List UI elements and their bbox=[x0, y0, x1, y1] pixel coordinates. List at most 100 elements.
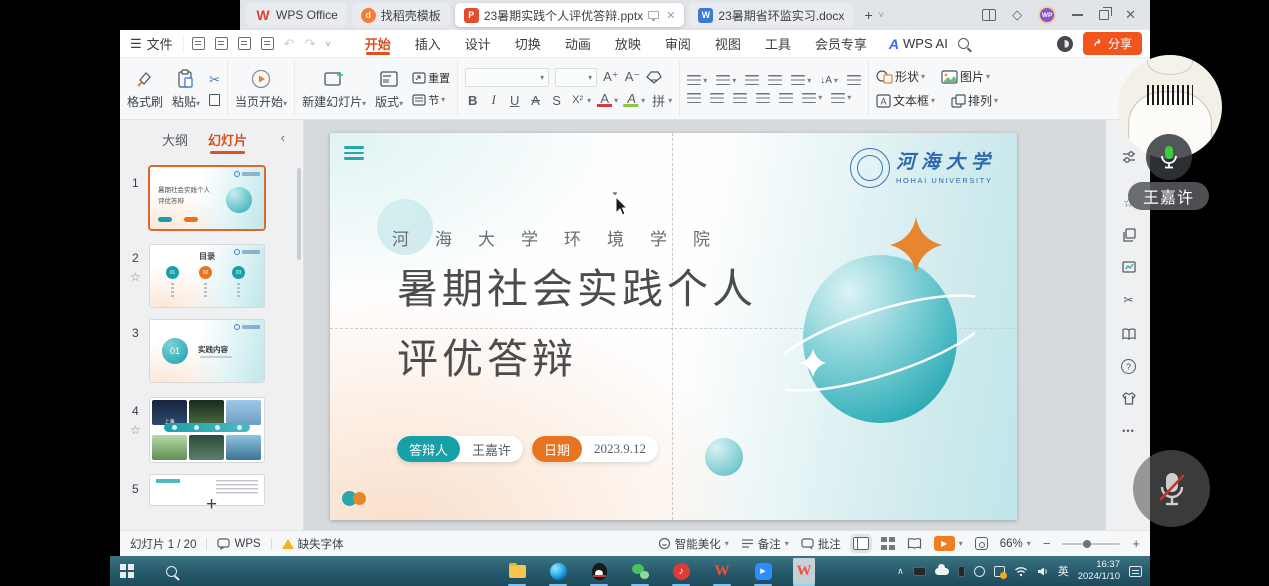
undo-icon[interactable]: ↶ bbox=[284, 36, 295, 52]
export-pdf-icon[interactable] bbox=[215, 37, 228, 50]
tab-tools[interactable]: 工具 bbox=[753, 30, 803, 57]
favorite-star-icon[interactable]: ☆ bbox=[130, 270, 141, 284]
more-tools-icon[interactable]: ••• bbox=[1120, 422, 1137, 439]
tab-animations[interactable]: 动画 bbox=[553, 30, 603, 57]
fit-to-window-button[interactable] bbox=[975, 537, 988, 550]
tab-outline[interactable]: 大纲 bbox=[162, 130, 188, 154]
arrange-button[interactable]: 排列▾ bbox=[951, 92, 998, 109]
workspace-box-icon[interactable]: ◇ bbox=[1012, 7, 1022, 23]
favorite-star-icon[interactable]: ☆ bbox=[130, 423, 141, 437]
search-icon[interactable] bbox=[958, 38, 969, 49]
font-size-select[interactable]: ▾ bbox=[555, 68, 597, 87]
close-tab-icon[interactable]: ✕ bbox=[666, 9, 675, 22]
normal-view-button[interactable] bbox=[853, 537, 869, 550]
align-right-icon[interactable] bbox=[733, 93, 747, 103]
add-slide-button[interactable]: + bbox=[206, 494, 217, 516]
close-window-button[interactable]: ✕ bbox=[1125, 7, 1136, 23]
superscript-button[interactable]: X²▾ bbox=[570, 94, 591, 106]
tray-cloud-icon[interactable] bbox=[935, 568, 949, 575]
zoom-out-button[interactable]: − bbox=[1043, 536, 1051, 551]
taskbar-search-icon[interactable] bbox=[166, 566, 177, 577]
new-tab-button[interactable]: + bbox=[864, 7, 872, 23]
zoom-in-button[interactable]: + bbox=[1132, 536, 1140, 551]
bullets-button[interactable]: ▾ bbox=[687, 75, 707, 85]
tray-phone-icon[interactable] bbox=[958, 566, 965, 577]
smart-beautify-button[interactable]: 智能美化 ▾ bbox=[658, 536, 729, 552]
slide-sorter-view-button[interactable] bbox=[881, 537, 895, 550]
tab-transitions[interactable]: 切换 bbox=[503, 30, 553, 57]
strikethrough-button[interactable]: A bbox=[528, 93, 543, 108]
comments-button[interactable]: 批注 bbox=[801, 536, 841, 552]
speaker-icon[interactable] bbox=[1037, 566, 1049, 577]
section-button[interactable]: 节 ▾ bbox=[412, 92, 445, 108]
numbering-button[interactable]: ▾ bbox=[716, 75, 736, 85]
tab-design[interactable]: 设计 bbox=[453, 30, 503, 57]
zoom-level[interactable]: 66% ▾ bbox=[1000, 538, 1031, 550]
slide-thumbnail-2[interactable]: 目录 01 02 03 bbox=[150, 245, 264, 307]
phonetic-guide-button[interactable]: 拼▾ bbox=[651, 91, 672, 110]
print-icon[interactable] bbox=[238, 37, 251, 50]
date-pill[interactable]: 日期 2023.9.12 bbox=[532, 436, 658, 462]
tray-app-badge-icon[interactable] bbox=[994, 566, 1005, 577]
taskbar-clock[interactable]: 16:37 2024/1/10 bbox=[1078, 559, 1120, 583]
restore-button[interactable] bbox=[1099, 10, 1109, 20]
taskbar-wps-active[interactable]: W bbox=[793, 558, 815, 584]
align-center-icon[interactable] bbox=[710, 93, 724, 103]
theme-toggle-icon[interactable] bbox=[1057, 36, 1073, 52]
notes-button[interactable]: 备注 ▾ bbox=[741, 536, 789, 552]
shapes-button[interactable]: 形状▾ bbox=[876, 68, 925, 85]
text-direction-button[interactable]: ▾ bbox=[791, 75, 811, 85]
tab-wps-office[interactable]: W WPS Office bbox=[246, 3, 347, 27]
tab-review[interactable]: 审阅 bbox=[653, 30, 703, 57]
ime-indicator[interactable]: 英 bbox=[1058, 563, 1069, 579]
reset-button[interactable]: 重置 bbox=[412, 70, 450, 86]
mic-active-badge[interactable] bbox=[1146, 134, 1192, 180]
justify-icon[interactable] bbox=[756, 93, 770, 103]
slide-title-line2[interactable]: 评优答辩 bbox=[397, 325, 577, 385]
mute-toggle-button[interactable] bbox=[1133, 450, 1210, 527]
start-button[interactable] bbox=[120, 564, 134, 578]
action-center-icon[interactable] bbox=[1129, 566, 1142, 577]
sort-button[interactable]: ↓A▾ bbox=[820, 75, 838, 86]
font-color-button[interactable]: A▾ bbox=[597, 93, 618, 107]
customize-toolbar-icon[interactable]: ˅ bbox=[325, 39, 330, 49]
tab-ppt-document[interactable]: P 23暑期实践个人评优答辩.pptx ✕ bbox=[455, 3, 685, 27]
tab-home[interactable]: 开始 bbox=[353, 30, 403, 57]
tab-docer-templates[interactable]: d 找稻壳模板 bbox=[352, 3, 450, 27]
print-preview-icon[interactable] bbox=[261, 37, 274, 50]
wps-assistant[interactable]: WPS bbox=[217, 538, 260, 550]
bold-button[interactable]: B bbox=[465, 93, 480, 108]
shadow-button[interactable]: S bbox=[549, 93, 564, 108]
split-view-icon[interactable] bbox=[982, 9, 996, 21]
decrease-indent-icon[interactable] bbox=[745, 75, 759, 85]
slide-subtitle-text[interactable]: 河海大学环境学院 bbox=[392, 225, 736, 250]
line-spacing-button[interactable]: ▾ bbox=[802, 93, 822, 103]
format-painter-button[interactable]: 格式刷 bbox=[127, 68, 163, 110]
slide-title-line1[interactable]: 暑期社会实践个人 bbox=[397, 255, 757, 315]
zoom-slider-knob[interactable] bbox=[1083, 540, 1091, 548]
collapse-panel-icon[interactable]: ‹ bbox=[281, 130, 285, 145]
wifi-icon[interactable] bbox=[1014, 566, 1028, 577]
slide-thumbnail-4[interactable]: 上海 bbox=[150, 398, 264, 462]
taskbar-wps[interactable]: W bbox=[711, 558, 733, 584]
help-icon[interactable]: ? bbox=[1120, 358, 1137, 375]
increase-indent-icon[interactable] bbox=[768, 75, 782, 85]
cut-tools-icon[interactable]: ✂ bbox=[1120, 291, 1137, 308]
tab-membership[interactable]: 会员专享 bbox=[803, 30, 879, 57]
slide-1-canvas[interactable]: 河海大学 HOHAI UNIVERSITY 河海大学环境学院 暑期社会实践个人 … bbox=[330, 133, 1017, 520]
slide-thumbnail-3[interactable]: 01 实践内容 bbox=[150, 320, 264, 382]
italic-button[interactable]: I bbox=[486, 92, 501, 108]
taskbar-qq[interactable] bbox=[588, 558, 610, 584]
textbox-button[interactable]: A 文本框▾ bbox=[876, 92, 935, 109]
reading-book-icon[interactable] bbox=[1120, 325, 1137, 342]
tab-insert[interactable]: 插入 bbox=[403, 30, 453, 57]
copy-icon[interactable] bbox=[209, 94, 220, 106]
slide-thumbnail-1[interactable]: 暑期社会实践个人 评优答辩 bbox=[150, 167, 264, 229]
font-family-select[interactable]: ▾ bbox=[465, 68, 549, 87]
theme-skin-icon[interactable] bbox=[1120, 390, 1137, 407]
cut-icon[interactable]: ✂ bbox=[209, 72, 220, 88]
tab-slideshow[interactable]: 放映 bbox=[603, 30, 653, 57]
play-from-page-button[interactable]: 当页开始▾ bbox=[235, 68, 287, 110]
tray-expand-icon[interactable]: ∧ bbox=[897, 566, 904, 577]
missing-fonts-warning[interactable]: 缺失字体 bbox=[282, 536, 344, 552]
